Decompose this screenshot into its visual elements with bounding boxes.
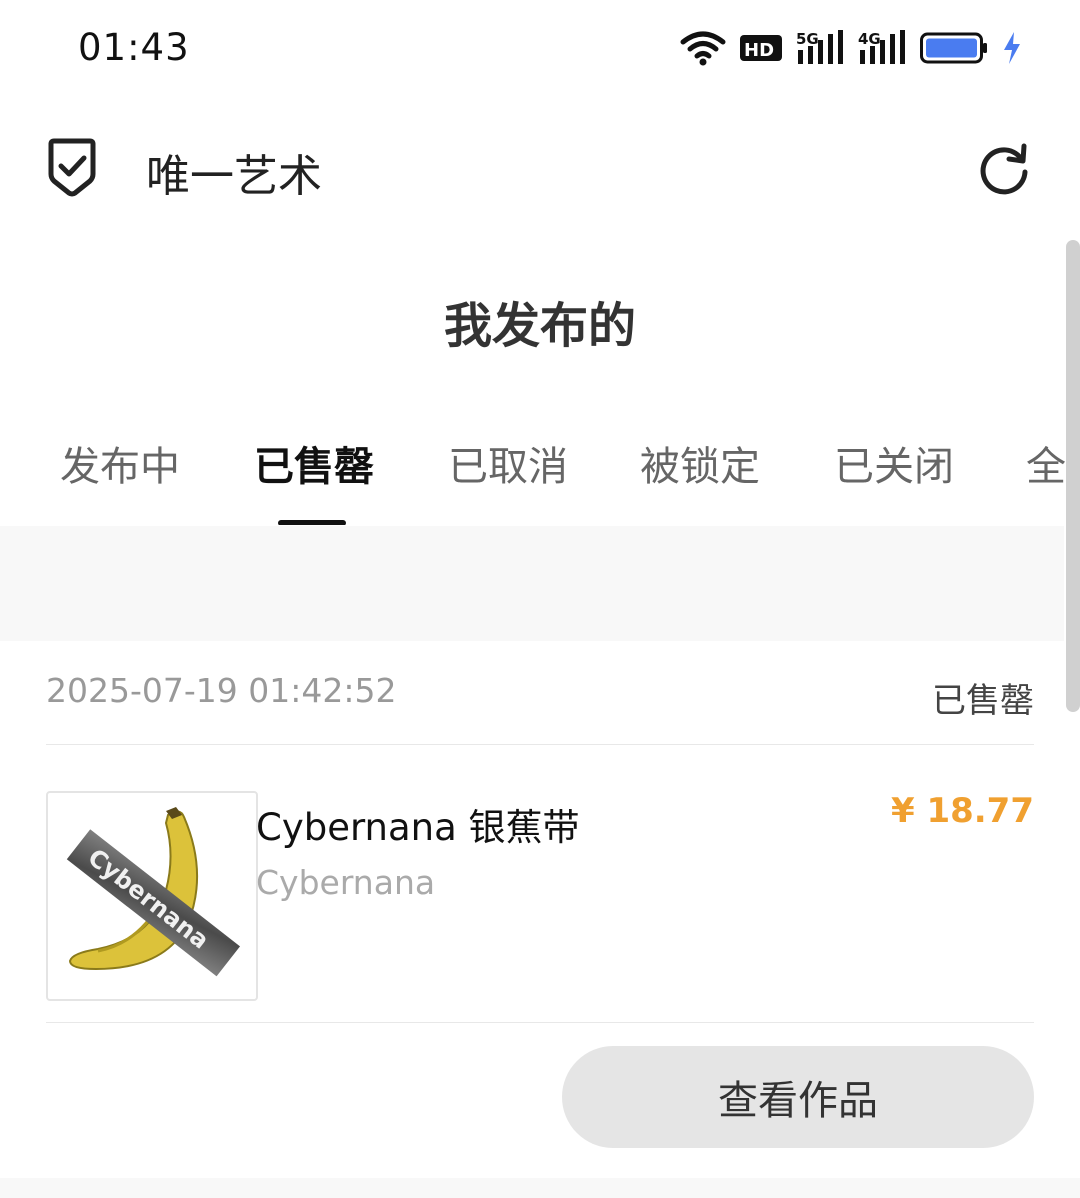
- section-spacer: [0, 526, 1064, 641]
- status-icons: HD 5G 4G: [680, 26, 1022, 70]
- svg-text:4G: 4G: [858, 30, 881, 48]
- refresh-icon[interactable]: [976, 140, 1032, 196]
- app-header: 唯一艺术: [0, 120, 1080, 220]
- product-artist: Cybernana: [256, 863, 436, 902]
- svg-text:HD: HD: [744, 40, 774, 61]
- svg-text:5G: 5G: [796, 30, 819, 48]
- product-thumbnail[interactable]: Cybernana: [46, 791, 258, 1001]
- tab-cancelled[interactable]: 已取消: [448, 434, 568, 492]
- banana-image: Cybernana: [66, 807, 240, 977]
- view-artwork-button[interactable]: 查看作品: [562, 1046, 1034, 1148]
- tab-sold-out[interactable]: 已售罄: [254, 434, 374, 492]
- page-title: 我发布的: [443, 298, 636, 354]
- hd-icon: HD: [740, 35, 782, 61]
- tab-locked[interactable]: 被锁定: [640, 434, 760, 492]
- scrollbar[interactable]: [1066, 240, 1080, 712]
- divider: [46, 744, 1034, 745]
- shield-check-icon: [48, 138, 96, 197]
- battery-icon: [920, 32, 987, 64]
- order-card: 2025-07-19 01:42:52 已售罄 Cybernana Cybern…: [0, 641, 1080, 1181]
- tab-closed[interactable]: 已关闭: [834, 434, 954, 492]
- status-bar: 01:43 HD 5G 4G: [0, 0, 1080, 95]
- 5g-signal-icon: 5G: [796, 30, 843, 64]
- order-status: 已售罄: [932, 681, 1034, 721]
- wifi-icon: [680, 31, 726, 66]
- product-name[interactable]: Cybernana 银蕉带: [256, 797, 580, 851]
- charging-icon: [1004, 32, 1020, 64]
- order-timestamp: 2025-07-19 01:42:52: [46, 671, 397, 710]
- status-tabs: 发布中 已售罄 已取消 被锁定 已关闭 全部: [0, 430, 1080, 525]
- active-tab-indicator: [278, 520, 346, 525]
- bottom-spacer: [0, 1178, 1080, 1198]
- product-price: ¥ 18.77: [890, 791, 1034, 831]
- tab-publishing[interactable]: 发布中: [60, 434, 180, 492]
- app-title: 唯一艺术: [146, 151, 322, 202]
- 4g-signal-icon: 4G: [858, 30, 905, 64]
- status-time: 01:43: [78, 26, 190, 69]
- divider: [46, 1022, 1034, 1023]
